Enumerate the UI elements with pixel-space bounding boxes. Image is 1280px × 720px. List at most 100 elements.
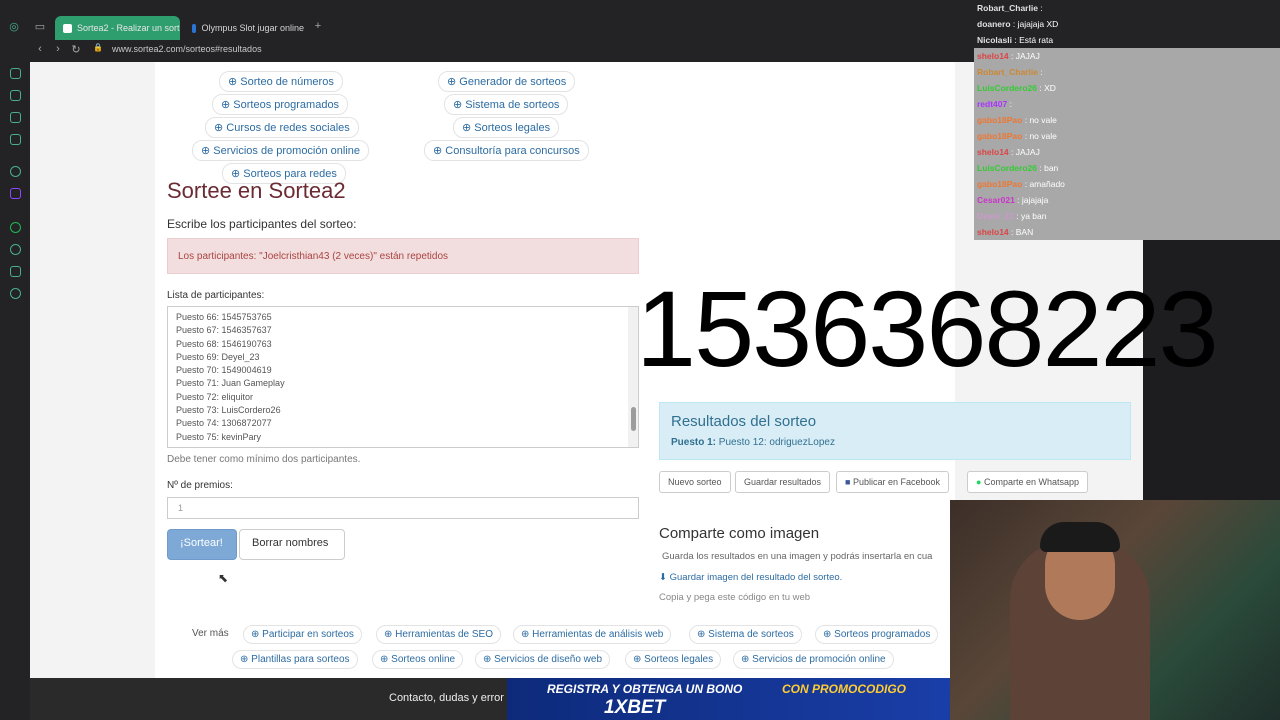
chat-message: Robart_Charlie :	[974, 64, 1280, 80]
clear-names-button[interactable]: Borrar nombres	[239, 529, 345, 560]
chat-username[interactable]: Deyel_23	[977, 211, 1014, 221]
link-consultoria[interactable]: ⊕ Consultoría para concursos	[424, 140, 589, 161]
prizes-label: Nº de premios:	[167, 480, 233, 491]
tab-label: Sortea2 - Realizar un sort	[77, 23, 180, 33]
sidebar-feed-icon[interactable]	[10, 68, 21, 79]
sidebar-box-icon[interactable]	[10, 266, 21, 277]
chat-message: Deyel_23 : ya ban	[974, 208, 1280, 224]
olympus-favicon-icon	[192, 23, 197, 33]
forward-icon[interactable]: ›	[52, 43, 64, 55]
facebook-share-button[interactable]: ■ Publicar en Facebook	[836, 471, 950, 493]
chat-username[interactable]: gabo18Pao	[977, 179, 1022, 189]
participant-line: Puesto 68: 1546190763	[176, 338, 272, 349]
streamer-hair	[1040, 522, 1120, 552]
share-image-title: Comparte como imagen	[659, 525, 820, 542]
sidebar-settings-icon[interactable]	[10, 166, 21, 177]
chat-separator: :	[1014, 195, 1022, 205]
chat-text: BAN	[1015, 227, 1034, 237]
sortea2-favicon-icon	[63, 23, 72, 33]
chat-username[interactable]: redt407	[977, 99, 1007, 109]
tab-sortea2[interactable]: Sortea2 - Realizar un sort	[55, 16, 180, 40]
scrollbar-thumb[interactable]	[631, 407, 636, 431]
link-analisis-web[interactable]: ⊕ Herramientas de análisis web	[513, 625, 672, 644]
chat-username[interactable]: Robart_Charlie	[977, 3, 1038, 13]
link-label: Generador de sorteos	[459, 76, 567, 88]
sidebar-gear-icon[interactable]	[10, 288, 21, 299]
whatsapp-share-button[interactable]: ● Comparte en Whatsapp	[967, 471, 1089, 493]
chat-text: no vale	[1029, 115, 1057, 125]
chat-username[interactable]: doanero	[977, 19, 1011, 29]
sidebar-clock-icon[interactable]	[10, 244, 21, 255]
save-results-button[interactable]: Guardar resultados	[735, 471, 831, 493]
link-label: Plantillas para sorteos	[251, 654, 350, 665]
link-label: Guardar imagen del resultado del sorteo.	[669, 572, 843, 583]
chat-username[interactable]: LuisCordero26	[977, 83, 1037, 93]
new-tab-icon[interactable]: +	[312, 20, 324, 32]
big-number-overlay: 1536368223	[636, 268, 1219, 389]
link-herramientas-seo[interactable]: ⊕ Herramientas de SEO	[376, 625, 501, 644]
footer-contact[interactable]: Contacto, dudas y error	[389, 692, 504, 704]
chat-message: Cesar021 : jajajaja	[974, 192, 1280, 208]
share-image-desc: Guarda los resultados en una imagen y po…	[662, 551, 933, 562]
chat-username[interactable]: shelo14	[977, 147, 1009, 157]
link-promocion-online[interactable]: ⊕ Servicios de promoción online	[733, 650, 894, 669]
link-sistema-sorteos[interactable]: ⊕ Sistema de sorteos	[444, 94, 569, 115]
chat-text: Está rata	[1019, 35, 1054, 45]
chat-username[interactable]: gabo18Pao	[977, 115, 1022, 125]
chat-separator: :	[1007, 99, 1012, 109]
chat-username[interactable]: Cesar021	[977, 195, 1015, 205]
tab-label: Olympus Slot jugar online	[201, 23, 304, 33]
link-sorteos-programados[interactable]: ⊕ Sorteos programados	[212, 94, 349, 115]
page-footer: Contacto, dudas y error	[30, 678, 507, 720]
link-diseno-web[interactable]: ⊕ Servicios de diseño web	[475, 650, 611, 669]
back-icon[interactable]: ‹	[34, 43, 46, 55]
tab-olympus[interactable]: Olympus Slot jugar online	[184, 16, 304, 40]
chat-text: jajajaja	[1021, 195, 1049, 205]
chat-username[interactable]: Robart_Charlie	[977, 67, 1038, 77]
link-sorteos-legales[interactable]: ⊕ Sorteos legales	[453, 117, 560, 138]
participants-textarea[interactable]: Puesto 66: 1545753765 Puesto 67: 1546357…	[167, 306, 639, 448]
sidebar-messenger-icon[interactable]	[10, 112, 21, 123]
link-sorteos-legales-2[interactable]: ⊕ Sorteos legales	[625, 650, 722, 669]
chat-username[interactable]: Nicolasli	[977, 35, 1012, 45]
chat-message: Robart_Charlie :	[974, 0, 1280, 16]
link-cursos-redes[interactable]: ⊕ Cursos de redes sociales	[205, 117, 359, 138]
chat-username[interactable]: shelo14	[977, 227, 1009, 237]
link-label: Participar en sorteos	[262, 629, 354, 640]
link-label: Sistema de sorteos	[708, 629, 794, 640]
chat-separator: :	[1037, 67, 1043, 77]
new-draw-button[interactable]: Nuevo sorteo	[659, 471, 731, 493]
link-servicios-promocion[interactable]: ⊕ Servicios de promoción online	[192, 140, 370, 161]
sidebar-shop-icon[interactable]	[10, 90, 21, 101]
link-generador-sorteos[interactable]: ⊕ Generador de sorteos	[438, 71, 576, 92]
chat-username[interactable]: LuisCordero26	[977, 163, 1037, 173]
sidebar-spotify-icon[interactable]	[10, 222, 21, 233]
link-sistema-sorteos-2[interactable]: ⊕ Sistema de sorteos	[689, 625, 802, 644]
save-image-link[interactable]: ⬇ Guardar imagen del resultado del sorte…	[659, 572, 842, 583]
link-participar[interactable]: ⊕ Participar en sorteos	[243, 625, 362, 644]
link-label: Sorteos legales	[474, 122, 551, 134]
browser-logo-icon[interactable]: ◎	[8, 20, 20, 33]
link-sorteos-programados-2[interactable]: ⊕ Sorteos programados	[815, 625, 939, 644]
chat-separator: :	[1037, 3, 1043, 13]
draw-button[interactable]: ¡Sortear!	[167, 529, 237, 560]
tab-menu-icon[interactable]: ▭	[34, 20, 46, 33]
sidebar-m-icon[interactable]	[10, 134, 21, 145]
embed-code-hint: Copia y pega este código en tu web	[659, 592, 811, 603]
chat-username[interactable]: gabo18Pao	[977, 131, 1022, 141]
chat-message: shelo14 : BAN	[974, 224, 1280, 240]
ad-banner[interactable]: REGISTRA Y OBTENGA UN BONO CON PROMOCODI…	[507, 678, 950, 720]
link-sorteos-online[interactable]: ⊕ Sorteos online	[372, 650, 464, 669]
webcam-feed	[950, 500, 1280, 720]
link-sorteo-numeros[interactable]: ⊕ Sorteo de números	[219, 71, 343, 92]
chat-text: JAJAJ	[1015, 147, 1040, 157]
prizes-input[interactable]: 1	[167, 497, 639, 519]
url-field[interactable]: www.sortea2.com/sorteos#resultados	[112, 44, 262, 54]
link-plantillas[interactable]: ⊕ Plantillas para sorteos	[232, 650, 358, 669]
reload-icon[interactable]: ↻	[70, 43, 82, 56]
chat-username[interactable]: shelo14	[977, 51, 1009, 61]
participant-line: Puesto 73: LuisCordero26	[176, 405, 281, 416]
results-winner: Puesto 1: Puesto 12: odriguezLopez	[671, 437, 835, 448]
sidebar-twitch-icon[interactable]	[10, 188, 21, 199]
ver-mas-label: Ver más	[192, 628, 229, 639]
